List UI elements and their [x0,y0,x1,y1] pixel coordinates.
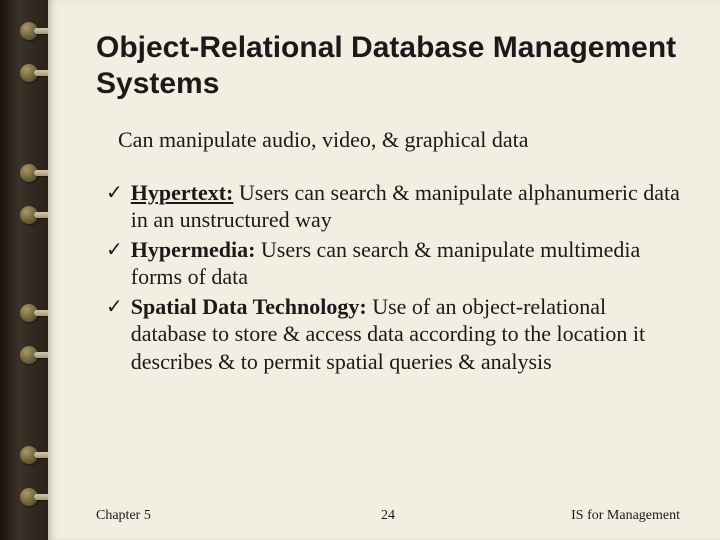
bullet-term: Spatial Data Technology: [131,294,367,319]
bullet-item: ✓ Spatial Data Technology: Use of an obje… [106,293,680,376]
bullet-item: ✓ Hypertext: Users can search & manipulat… [106,179,680,234]
spiral-binding [0,0,48,540]
bullet-list: ✓ Hypertext: Users can search & manipulat… [106,179,680,376]
footer-course: IS for Management [571,508,680,524]
bullet-term: Hypertext: [131,180,234,205]
slide-subtitle: Can manipulate audio, video, & graphical… [118,126,680,155]
bullet-term: Hypermedia: [131,237,256,262]
bullet-item: ✓ Hypermedia: Users can search & manipula… [106,236,680,291]
bullet-text: Hypertext: Users can search & manipulate… [131,179,680,234]
footer-page-number: 24 [381,508,395,524]
bullet-text: Spatial Data Technology: Use of an objec… [131,293,680,376]
slide-title: Object-Relational Database Management Sy… [96,30,680,102]
slide-footer: Chapter 5 24 IS for Management [96,508,680,524]
checkmark-icon: ✓ [106,295,123,320]
checkmark-icon: ✓ [106,238,123,263]
bullet-text: Hypermedia: Users can search & manipulat… [131,236,680,291]
footer-chapter: Chapter 5 [96,508,151,524]
checkmark-icon: ✓ [106,181,123,206]
slide-page: Object-Relational Database Management Sy… [48,0,720,540]
